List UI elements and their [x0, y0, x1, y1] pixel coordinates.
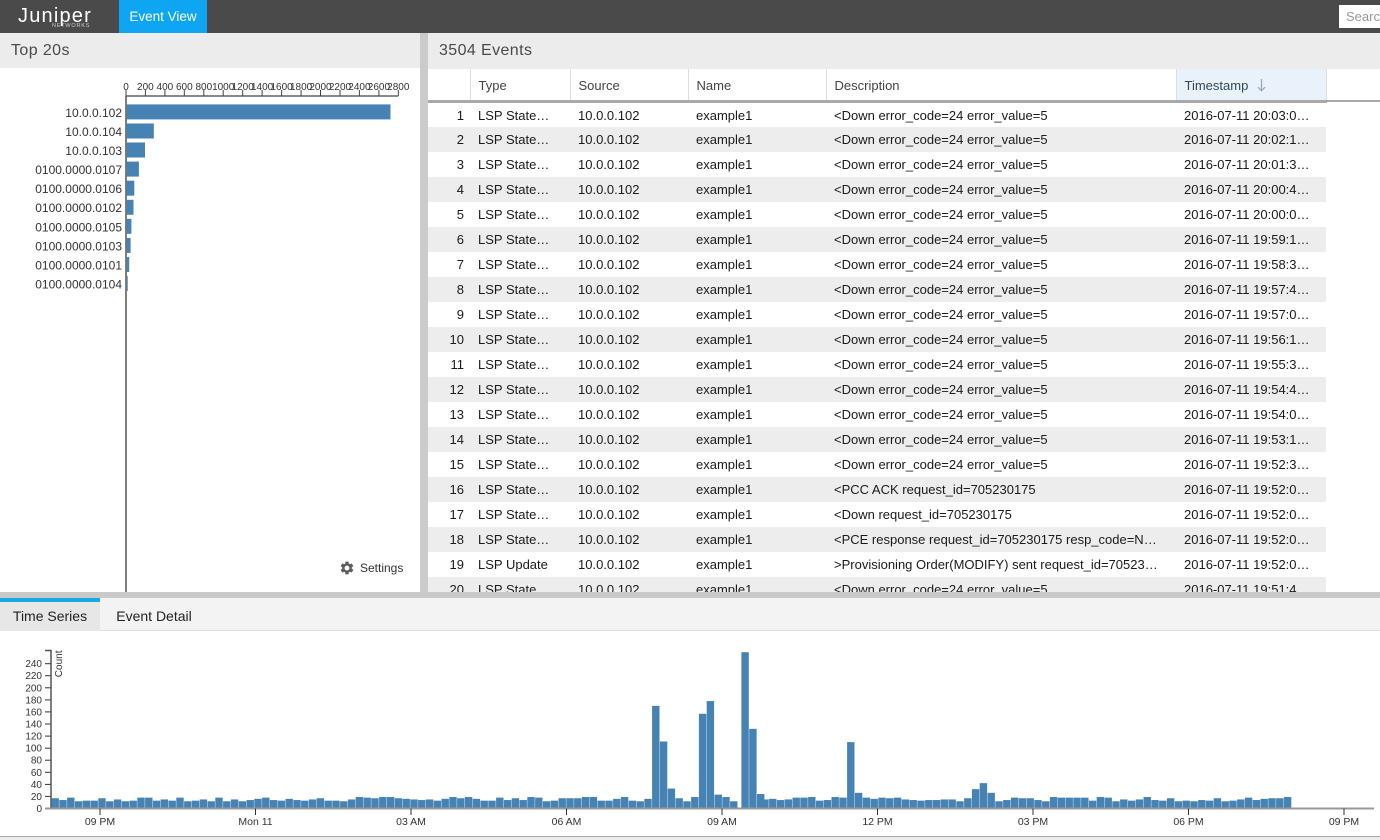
svg-text:06 AM: 06 AM: [552, 816, 582, 828]
svg-text:100: 100: [25, 744, 42, 755]
svg-text:06 PM: 06 PM: [1173, 816, 1203, 828]
svg-text:10.0.0.102: 10.0.0.102: [65, 106, 122, 120]
svg-text:20: 20: [31, 792, 43, 803]
svg-text:0: 0: [36, 804, 42, 815]
svg-text:Mon 11: Mon 11: [238, 816, 272, 828]
svg-text:240: 240: [25, 659, 42, 670]
svg-text:09 PM: 09 PM: [85, 816, 115, 828]
svg-text:0100.0000.0106: 0100.0000.0106: [35, 182, 122, 196]
svg-text:03 PM: 03 PM: [1018, 816, 1048, 828]
svg-text:0100.0000.0103: 0100.0000.0103: [35, 239, 122, 253]
svg-text:10.0.0.104: 10.0.0.104: [65, 125, 122, 139]
svg-text:140: 140: [25, 720, 42, 731]
svg-text:0100.0000.0101: 0100.0000.0101: [35, 259, 122, 273]
svg-text:200: 200: [25, 683, 42, 694]
svg-text:120: 120: [25, 732, 42, 743]
svg-text:0100.0000.0104: 0100.0000.0104: [35, 278, 122, 292]
svg-text:03 AM: 03 AM: [396, 816, 426, 828]
svg-text:160: 160: [25, 707, 42, 718]
svg-text:Count: Count: [54, 650, 65, 677]
svg-text:0100.0000.0105: 0100.0000.0105: [35, 220, 122, 234]
svg-text:12 PM: 12 PM: [862, 816, 892, 828]
svg-text:220: 220: [25, 671, 42, 682]
svg-text:40: 40: [31, 780, 43, 791]
svg-text:60: 60: [31, 768, 43, 779]
svg-text:09 PM: 09 PM: [1329, 816, 1359, 828]
svg-text:80: 80: [31, 756, 43, 767]
svg-text:0100.0000.0107: 0100.0000.0107: [35, 163, 122, 177]
svg-text:10.0.0.103: 10.0.0.103: [65, 144, 122, 158]
svg-text:0100.0000.0102: 0100.0000.0102: [35, 201, 122, 215]
svg-text:09 AM: 09 AM: [707, 816, 737, 828]
svg-text:180: 180: [25, 695, 42, 706]
